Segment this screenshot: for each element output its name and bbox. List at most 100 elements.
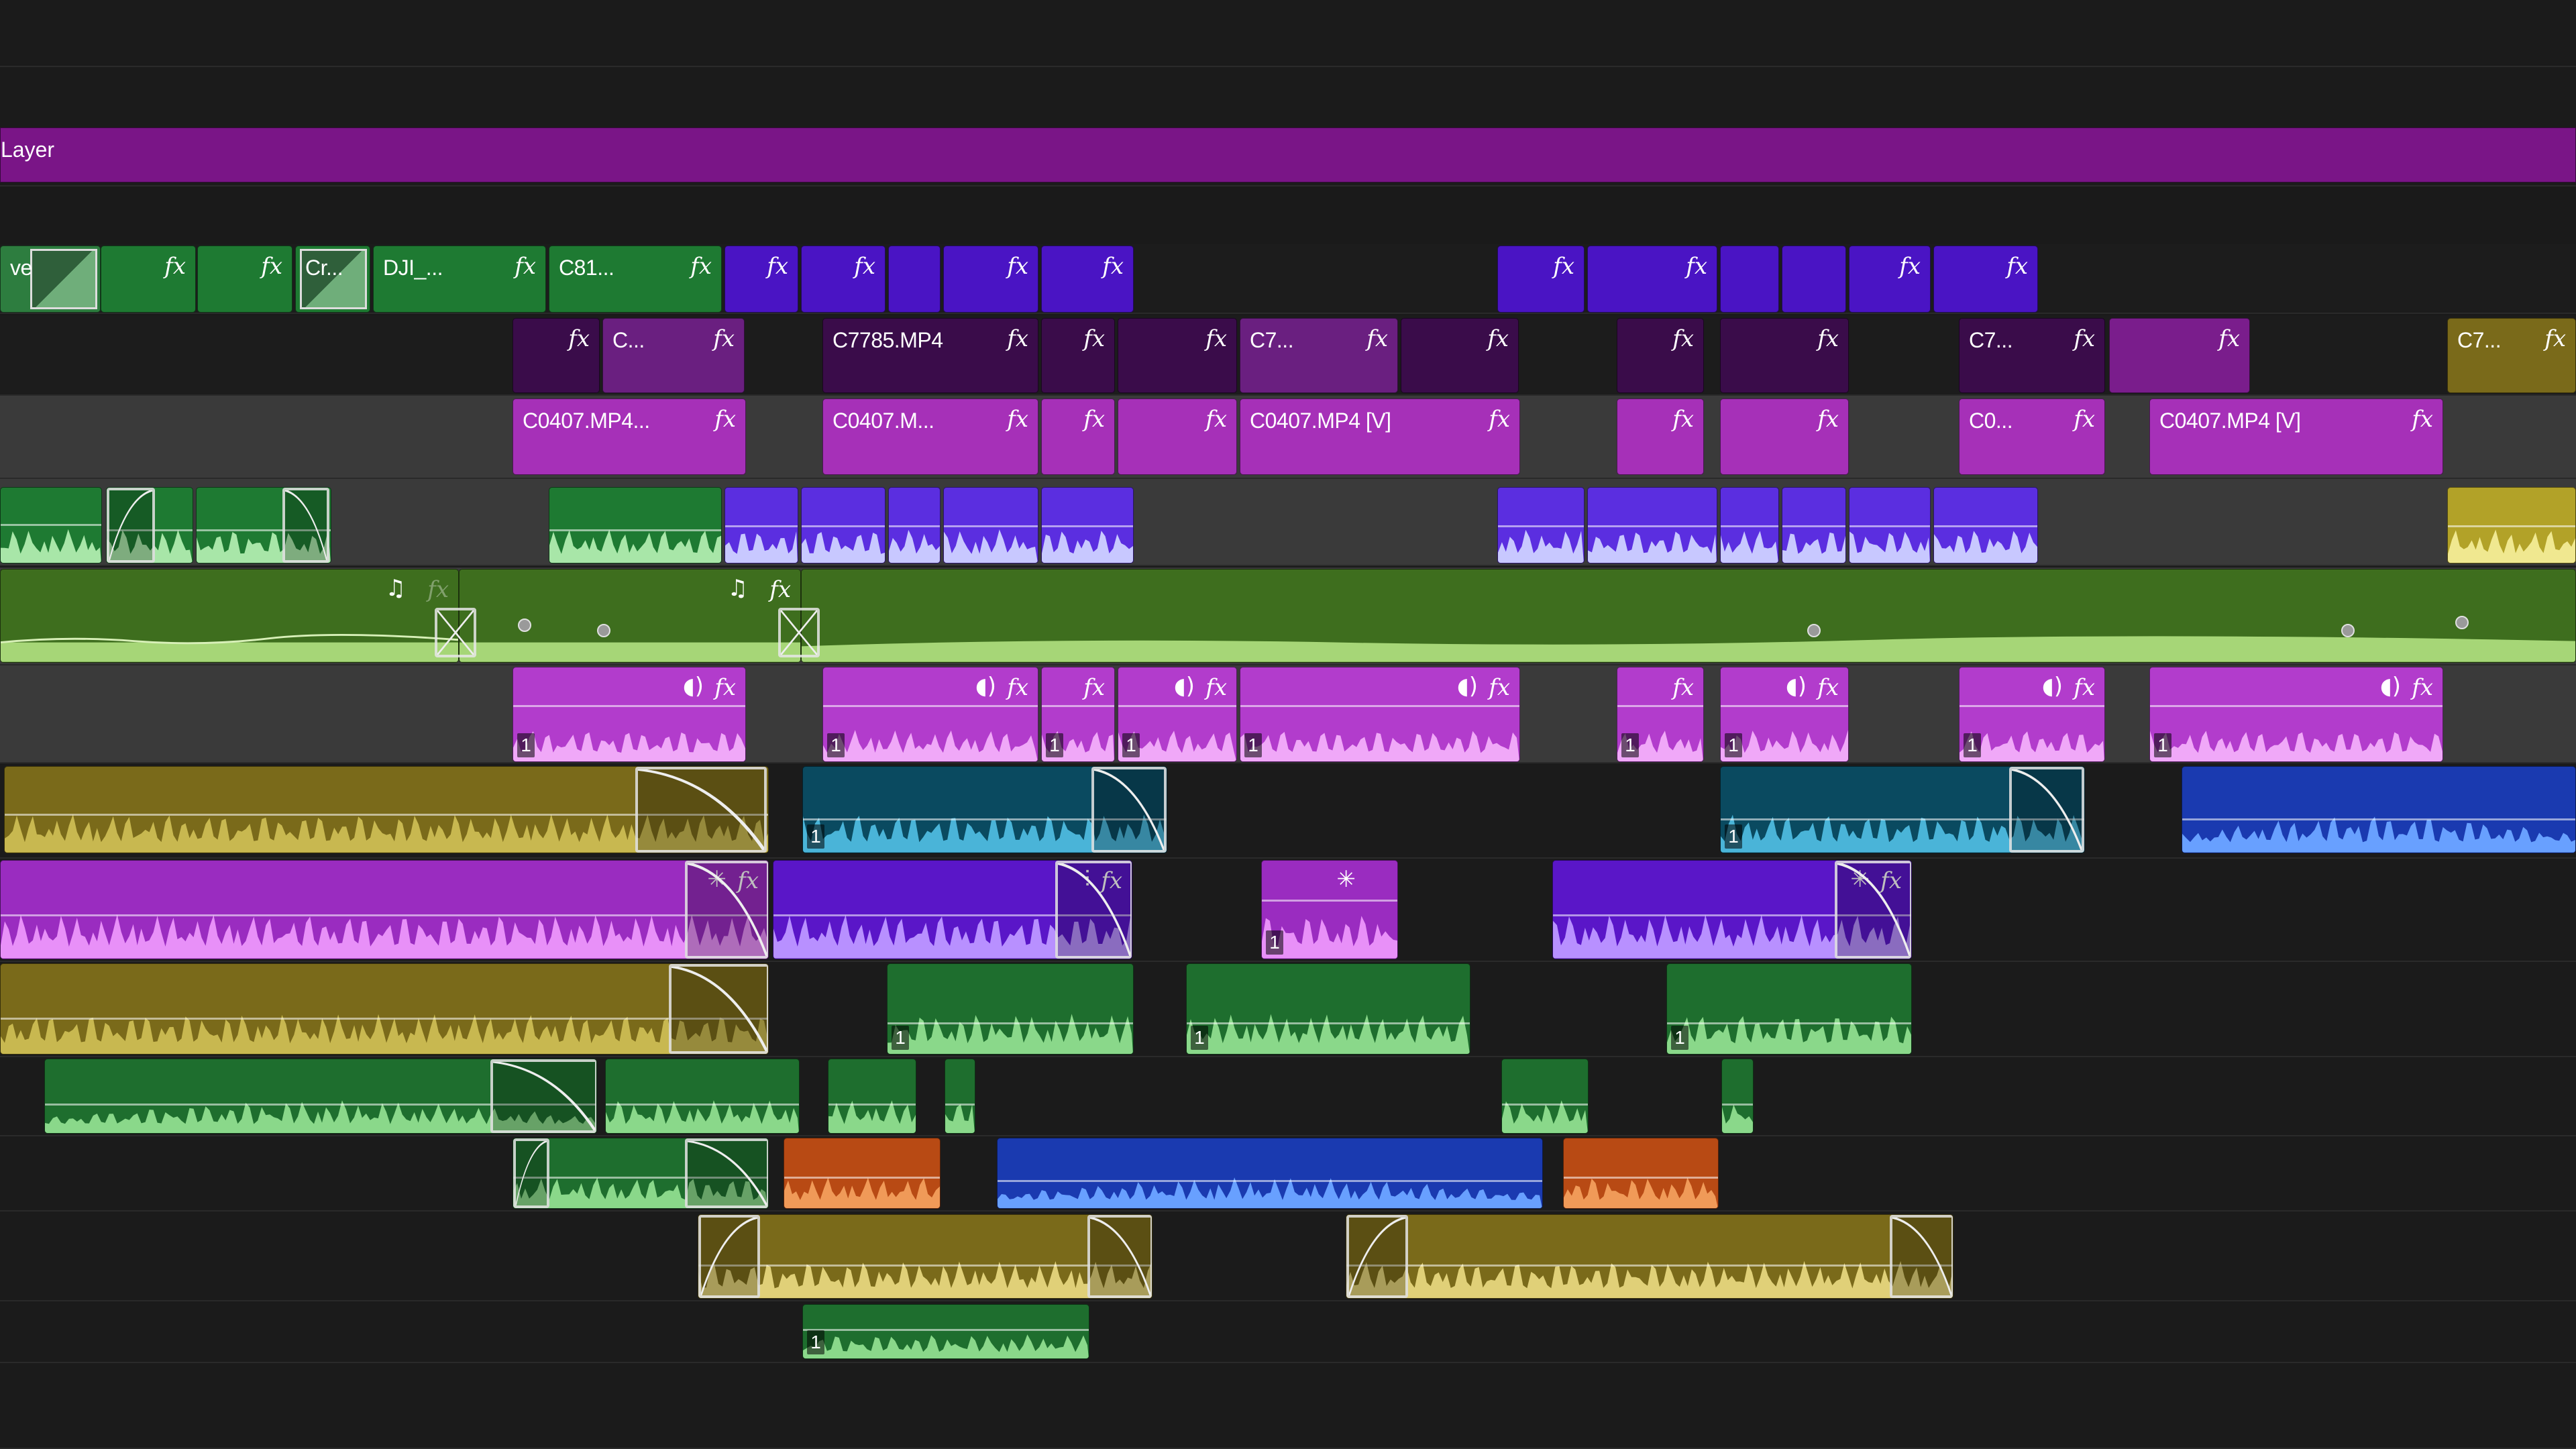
fx-badge[interactable]: fx — [1672, 325, 1694, 352]
audio-clip[interactable]: fx ✳ — [0, 860, 769, 959]
video-clip[interactable] — [888, 246, 941, 313]
volume-line[interactable] — [2150, 705, 2443, 707]
volume-line[interactable] — [2448, 525, 2575, 527]
video-clip[interactable]: fx — [1720, 398, 1849, 475]
audio-clip[interactable] — [943, 487, 1038, 564]
fx-badge[interactable]: fx — [2412, 406, 2433, 433]
audio-transition[interactable] — [282, 488, 329, 563]
crossfade-transition[interactable] — [778, 608, 820, 657]
volume-line[interactable] — [1617, 705, 1703, 707]
volume-line[interactable] — [944, 525, 1038, 527]
fx-badge[interactable]: fx — [1205, 325, 1227, 352]
audio-clip[interactable] — [513, 1138, 769, 1209]
volume-line[interactable] — [698, 1265, 1152, 1267]
fx-badge[interactable]: fx — [2412, 674, 2433, 701]
fx-badge[interactable]: fx — [1817, 325, 1839, 352]
audio-clip[interactable] — [1501, 1059, 1589, 1134]
audio-clip[interactable] — [0, 487, 102, 564]
video-clip[interactable]: fx — [1617, 318, 1704, 393]
volume-line[interactable] — [1721, 705, 1848, 707]
audio-clip[interactable] — [888, 487, 941, 564]
fx-badge[interactable]: fx — [1672, 674, 1694, 701]
audio-clip[interactable] — [1933, 487, 2038, 564]
video-clip[interactable]: C0... fx — [1959, 398, 2105, 475]
fx-badge[interactable]: fx — [1817, 674, 1839, 701]
audio-clip[interactable]: 1 fx ◖) — [2149, 667, 2443, 762]
audio-clip[interactable]: fx ✳ — [1552, 860, 1912, 959]
audio-transition[interactable] — [490, 1059, 596, 1133]
audio-clip[interactable] — [1497, 487, 1585, 564]
video-clip[interactable]: fx — [1720, 318, 1849, 393]
fx-badge[interactable]: fx — [568, 325, 590, 352]
video-clip[interactable]: fx — [1587, 246, 1717, 313]
fx-badge[interactable]: fx — [854, 253, 875, 280]
timeline[interactable]: Layer ve fx fx Cr... DJI_... fx C81... fx fx fx fx… — [0, 0, 2576, 1449]
audio-clip[interactable]: 1 — [887, 963, 1134, 1055]
audio-clip[interactable] — [44, 1059, 597, 1134]
video-clip[interactable]: Cr... — [295, 246, 370, 313]
audio-clip[interactable] — [945, 1059, 975, 1134]
music-clip-1[interactable]: ♫ fx — [0, 569, 459, 663]
volume-line[interactable] — [1498, 525, 1584, 527]
volume-line[interactable] — [1262, 900, 1397, 902]
audio-clip[interactable]: 1 — [802, 766, 1167, 853]
audio-clip[interactable]: fx ⫶ — [773, 860, 1132, 959]
video-clip[interactable]: C81... fx — [549, 246, 722, 313]
fx-badge[interactable]: fx — [2218, 325, 2240, 352]
volume-line[interactable] — [889, 525, 940, 527]
volume-line[interactable] — [549, 529, 721, 531]
volume-line[interactable] — [1588, 525, 1717, 527]
audio-clip[interactable] — [801, 487, 885, 564]
volume-line[interactable] — [828, 1104, 916, 1106]
fx-badge[interactable]: fx — [2006, 253, 2028, 280]
crossfade-transition[interactable] — [435, 608, 476, 657]
volume-line[interactable] — [1721, 525, 1778, 527]
video-clip[interactable]: fx — [1933, 246, 2038, 313]
video-clip[interactable]: C7... fx — [1240, 318, 1398, 393]
video-clip[interactable]: C0407.MP4... fx — [513, 398, 746, 475]
volume-line[interactable] — [1187, 1022, 1470, 1025]
fx-badge[interactable]: fx — [767, 253, 788, 280]
volume-keyframe[interactable] — [518, 619, 531, 632]
volume-line[interactable] — [1346, 1265, 1953, 1267]
video-clip[interactable]: fx — [1849, 246, 1931, 313]
audio-clip[interactable]: 1 ✳ — [1261, 860, 1398, 959]
fx-badge[interactable]: fx — [1686, 253, 1707, 280]
fx-badge[interactable]: fx — [1817, 406, 1839, 433]
audio-transition[interactable] — [1890, 1215, 1953, 1298]
volume-line[interactable] — [945, 1104, 975, 1106]
video-clip[interactable]: fx — [1118, 398, 1237, 475]
audio-clip[interactable] — [724, 487, 798, 564]
volume-line[interactable] — [1042, 525, 1133, 527]
volume-line[interactable] — [1722, 1104, 1753, 1106]
fx-badge[interactable]: fx — [2544, 325, 2566, 352]
audio-clip[interactable] — [1720, 487, 1779, 564]
video-clip[interactable]: fx — [943, 246, 1038, 313]
volume-keyframe[interactable] — [2341, 624, 2355, 637]
volume-line[interactable] — [1118, 705, 1236, 707]
volume-line[interactable] — [725, 525, 798, 527]
video-clip[interactable]: fx — [1497, 246, 1585, 313]
audio-clip[interactable]: 1 — [802, 1304, 1089, 1359]
video-clip[interactable] — [1720, 246, 1779, 313]
fx-badge[interactable]: fx — [1553, 253, 1574, 280]
audio-clip[interactable] — [549, 487, 722, 564]
audio-clip[interactable] — [0, 963, 769, 1055]
volume-line[interactable] — [1934, 525, 2037, 527]
video-clip[interactable]: ve — [0, 246, 101, 313]
audio-clip[interactable] — [106, 487, 193, 564]
fx-badge[interactable]: fx — [1083, 406, 1105, 433]
music-clip-3[interactable] — [801, 569, 2576, 663]
fx-badge[interactable]: fx — [2074, 674, 2095, 701]
video-clip[interactable]: C7... fx — [1959, 318, 2105, 393]
audio-clip[interactable] — [2447, 487, 2576, 564]
audio-clip[interactable]: 1 fx — [1041, 667, 1115, 762]
audio-transition[interactable] — [669, 964, 768, 1054]
audio-transition[interactable] — [685, 1138, 768, 1208]
fx-badge[interactable]: fx — [690, 253, 712, 280]
audio-transition[interactable] — [513, 1138, 549, 1208]
volume-line[interactable] — [1240, 705, 1519, 707]
video-clip[interactable]: fx — [1041, 398, 1115, 475]
volume-line[interactable] — [1667, 1022, 1911, 1025]
fx-badge[interactable]: fx — [1102, 253, 1124, 280]
